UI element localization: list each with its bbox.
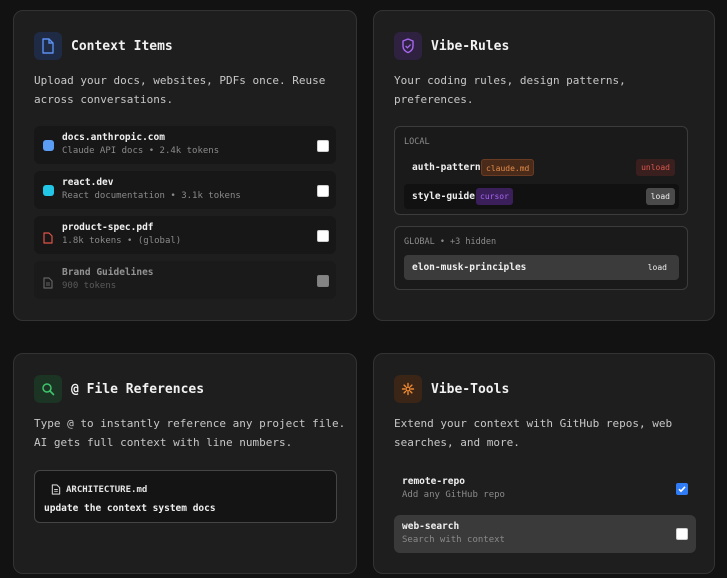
context-item-react[interactable]: react.dev React documentation • 3.1k tok… [34, 171, 336, 209]
rule-name: auth-pattern [412, 162, 481, 173]
card-description: Upload your docs, websites, PDFs once. R… [34, 74, 326, 106]
group-header: GLOBAL • +3 hidden [404, 237, 497, 247]
item-detail: React documentation • 3.1k tokens [62, 191, 241, 201]
file-references-card: @ File References Type @ to instantly re… [13, 353, 357, 574]
item-checkbox[interactable] [317, 230, 329, 242]
card-title: @ File References [71, 381, 205, 397]
rule-name: elon-musk-principles [412, 262, 527, 273]
group-header: LOCAL [404, 137, 430, 147]
unload-button[interactable]: unload [636, 159, 675, 176]
item-name: product-spec.pdf [62, 222, 154, 233]
file-reference-chip[interactable]: ARCHITECTURE.md [51, 480, 147, 499]
item-checkbox[interactable] [317, 185, 329, 197]
tool-detail: Search with context [402, 535, 505, 545]
file-chip-label: ARCHITECTURE.md [66, 484, 148, 495]
tool-web-search[interactable]: web-search Search with context [394, 515, 696, 553]
document-icon [51, 480, 61, 499]
card-title: Context Items [71, 38, 173, 54]
rule-source-tag: cursor [476, 188, 513, 205]
item-name: Brand Guidelines [62, 267, 154, 278]
load-button[interactable]: load [643, 259, 672, 276]
load-button[interactable]: load [645, 188, 675, 205]
rule-elon-musk-principles[interactable]: elon-musk-principles load [404, 255, 679, 280]
source-color-dot [43, 185, 54, 196]
global-rules-group: GLOBAL • +3 hidden elon-musk-principles … [394, 226, 688, 290]
pdf-file-icon [43, 229, 53, 248]
rule-name: style-guide [412, 191, 475, 202]
local-rules-group: LOCAL auth-pattern claude.md unload styl… [394, 126, 688, 215]
search-icon [34, 375, 62, 403]
document-icon [43, 274, 53, 293]
context-item-brand-guidelines[interactable]: Brand Guidelines 900 tokens [34, 261, 336, 299]
item-name: docs.anthropic.com [62, 132, 165, 143]
card-description: Type @ to instantly reference any projec… [34, 417, 346, 449]
context-item-product-spec[interactable]: product-spec.pdf 1.8k tokens • (global) [34, 216, 336, 254]
tool-remote-repo[interactable]: remote-repo Add any GitHub repo [394, 470, 696, 508]
file-icon [34, 32, 62, 60]
card-title: Vibe-Rules [431, 38, 510, 54]
prompt-text: update the context system docs [44, 503, 216, 514]
card-description: Extend your context with GitHub repos, w… [394, 417, 673, 449]
item-detail: 900 tokens [62, 281, 117, 291]
item-checkbox[interactable] [317, 275, 329, 287]
item-detail: Claude API docs • 2.4k tokens [62, 146, 220, 156]
shield-icon [394, 32, 422, 60]
rule-auth-pattern[interactable]: auth-pattern claude.md unload [404, 155, 679, 180]
item-name: react.dev [62, 177, 114, 188]
vibe-rules-card: Vibe-Rules Your coding rules, design pat… [373, 10, 715, 321]
item-detail: 1.8k tokens • (global) [62, 236, 182, 246]
tool-checkbox[interactable] [676, 483, 688, 495]
rule-source-tag: claude.md [481, 159, 535, 176]
context-items-card: Context Items Upload your docs, websites… [13, 10, 357, 321]
tool-name: remote-repo [402, 476, 465, 487]
item-checkbox[interactable] [317, 140, 329, 152]
gear-icon [394, 375, 422, 403]
card-description: Your coding rules, design patterns, pref… [394, 74, 626, 106]
source-color-dot [43, 140, 54, 151]
context-item-docs[interactable]: docs.anthropic.com Claude API docs • 2.4… [34, 126, 336, 164]
rule-style-guide[interactable]: style-guide cursor load [404, 184, 679, 209]
tool-name: web-search [402, 521, 460, 532]
tool-detail: Add any GitHub repo [402, 490, 505, 500]
vibe-tools-card: Vibe-Tools Extend your context with GitH… [373, 353, 715, 574]
chat-input[interactable]: ARCHITECTURE.md update the context syste… [34, 470, 337, 523]
tool-checkbox[interactable] [676, 528, 688, 540]
card-title: Vibe-Tools [431, 381, 510, 397]
